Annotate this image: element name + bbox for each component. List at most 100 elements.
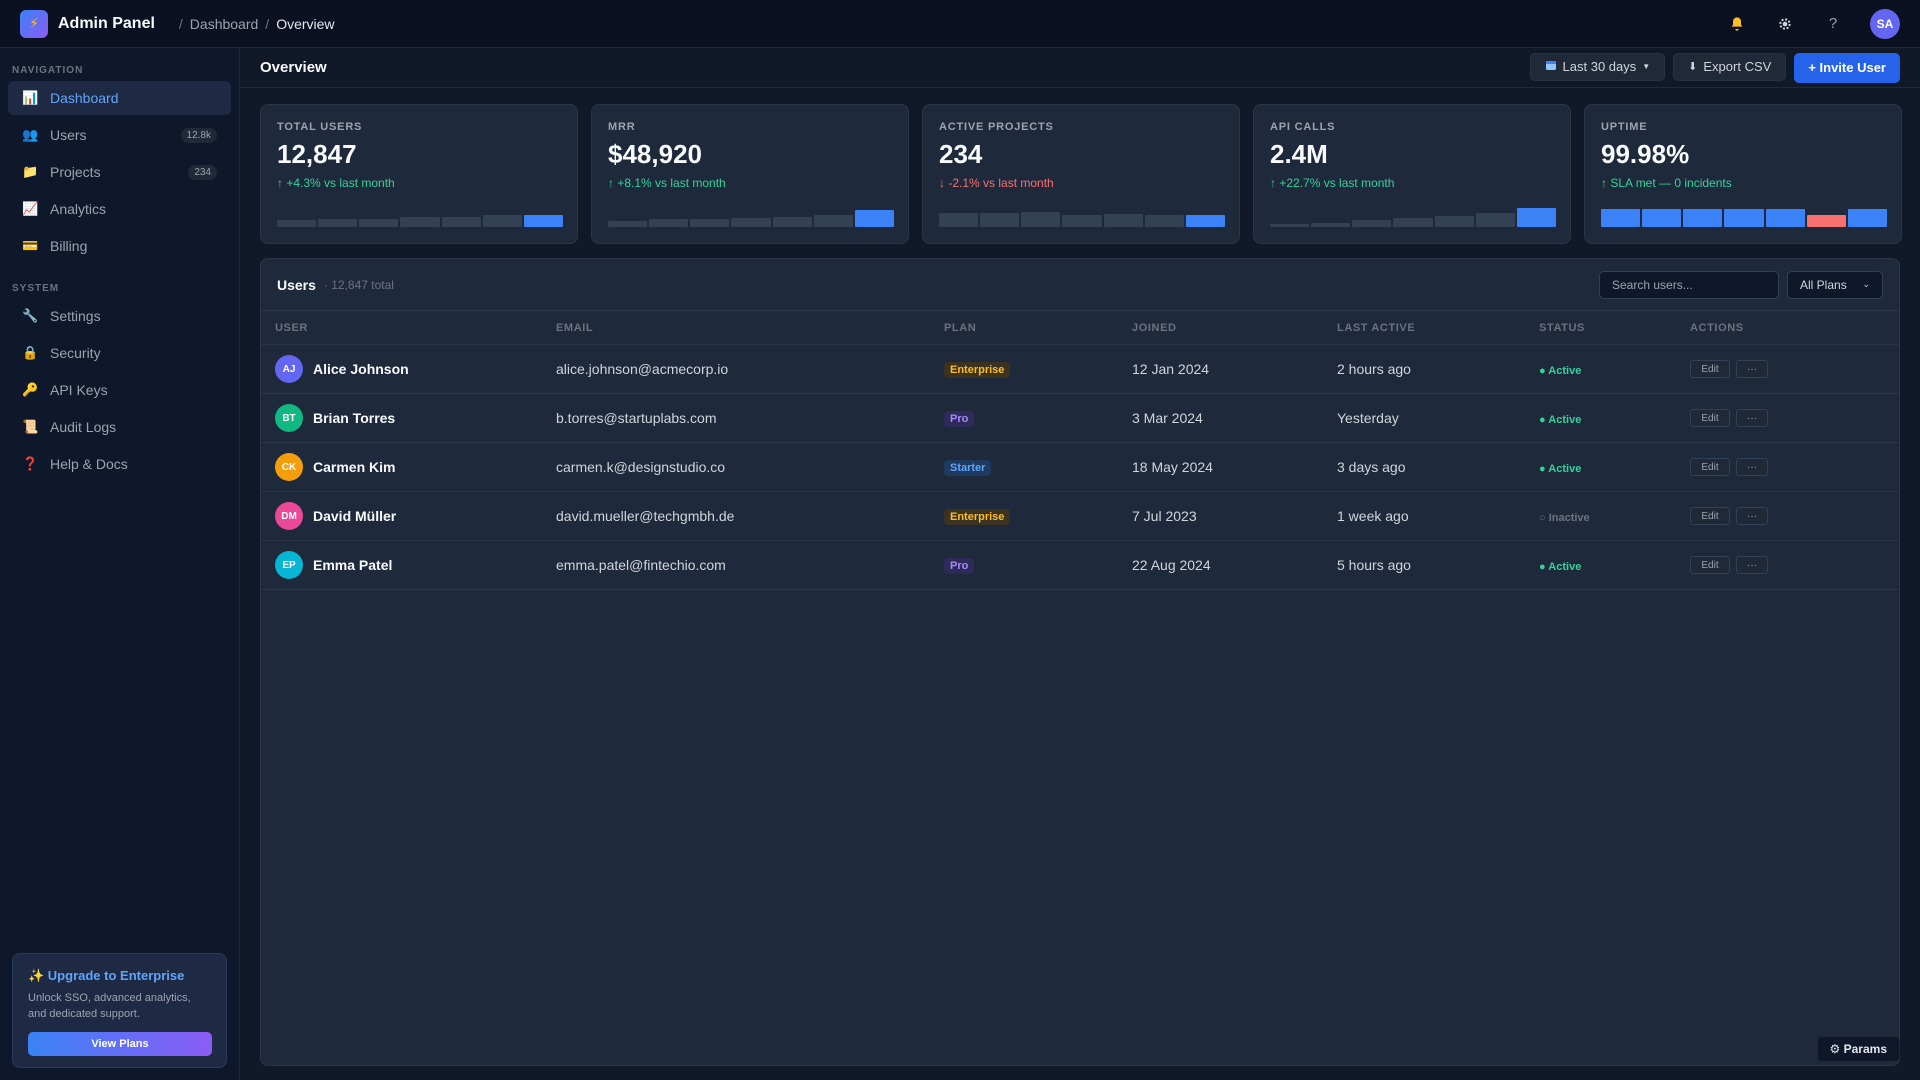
breadcrumb-dashboard[interactable]: Dashboard	[190, 16, 259, 32]
sparkline-bar	[1847, 209, 1887, 227]
invite-user-button[interactable]: + Invite User	[1794, 52, 1900, 83]
date-range-dropdown[interactable]: Last 30 days ▼	[1529, 52, 1666, 81]
column-header-joined[interactable]: JOINED	[1132, 322, 1337, 334]
user-avatar[interactable]: SA	[1870, 8, 1900, 39]
sparkline-bar	[1724, 209, 1764, 227]
app-logo-icon[interactable]: ⚡	[20, 9, 48, 38]
status-badge: ● Active	[1539, 561, 1582, 573]
sidebar-item-security[interactable]: 🔒 Security	[8, 336, 231, 370]
column-header-status[interactable]: STATUS	[1539, 322, 1690, 334]
bell-icon[interactable]	[1726, 13, 1748, 35]
sidebar-item-analytics[interactable]: 📈 Analytics	[8, 192, 231, 226]
more-options-button[interactable]: ···	[1736, 458, 1768, 476]
user-cell: CK Carmen Kim	[261, 453, 556, 481]
sidebar-item-audit-logs[interactable]: 📜 Audit Logs	[8, 410, 231, 444]
more-options-button[interactable]: ···	[1736, 360, 1768, 378]
status-cell: ● Active	[1539, 557, 1690, 573]
status-badge: ● Active	[1539, 463, 1582, 475]
table-row[interactable]: CK Carmen Kim carmen.k@designstudio.co Star…	[261, 443, 1899, 492]
user-name[interactable]: Alice Johnson	[313, 361, 409, 377]
upgrade-card: ✨ Upgrade to Enterprise Unlock SSO, adva…	[12, 953, 227, 1068]
table-row[interactable]: AJ Alice Johnson alice.johnson@acmecorp.io…	[261, 345, 1899, 394]
gear-icon[interactable]	[1774, 13, 1796, 35]
help-icon[interactable]: ?	[1822, 13, 1844, 35]
plan-cell: Pro	[944, 409, 1132, 427]
user-name[interactable]: Brian Torres	[313, 410, 395, 426]
lock-icon: 🔒	[22, 345, 39, 360]
user-cell: EP Emma Patel	[261, 551, 556, 579]
table-row[interactable]: EP Emma Patel emma.patel@fintechio.com Pro 2…	[261, 541, 1899, 590]
status-cell: ● Active	[1539, 361, 1690, 377]
stat-card: API CALLS 2.4M ↑ +22.7% vs last month	[1253, 104, 1571, 244]
chevron-down-icon: ⌄	[1862, 279, 1870, 289]
export-csv-button[interactable]: ⬇ Export CSV	[1673, 52, 1787, 81]
actions-cell: Edit ···	[1690, 360, 1768, 378]
stat-delta: ↑ +8.1% vs last month	[608, 176, 726, 190]
sparkline	[939, 205, 1225, 227]
table-row[interactable]: BT Brian Torres b.torres@startuplabs.com Pr…	[261, 394, 1899, 443]
stats-row: TOTAL USERS 12,847 ↑ +4.3% vs last month MR…	[260, 104, 1902, 244]
user-email: b.torres@startuplabs.com	[556, 410, 717, 426]
date-range-label: Last 30 days	[1562, 59, 1637, 74]
sparkline-bar	[1103, 214, 1143, 227]
sparkline-bar	[939, 213, 979, 227]
sparkline-bar	[1352, 220, 1392, 227]
plan-filter-select[interactable]: All Plans ⌄	[1787, 270, 1883, 299]
edit-button[interactable]: Edit	[1690, 507, 1730, 525]
more-options-button[interactable]: ···	[1736, 409, 1768, 427]
sidebar-item-dashboard[interactable]: 📊 Dashboard	[8, 81, 231, 115]
stat-card: TOTAL USERS 12,847 ↑ +4.3% vs last month	[260, 104, 578, 244]
table-subtitle: · 12,847 total	[323, 277, 394, 292]
sidebar-item-label: Dashboard	[50, 90, 119, 106]
sidebar-item-projects[interactable]: 📁 Projects 234	[8, 155, 231, 189]
table-row[interactable]: DM David Müller david.mueller@techgmbh.de E…	[261, 492, 1899, 541]
user-cell: DM David Müller	[261, 502, 556, 530]
edit-button[interactable]: Edit	[1690, 360, 1730, 378]
edit-button[interactable]: Edit	[1690, 409, 1730, 427]
view-plans-button[interactable]: View Plans	[28, 1032, 212, 1056]
sidebar-item-api-keys[interactable]: 🔑 API Keys	[8, 373, 231, 407]
stat-delta: ↑ +4.3% vs last month	[277, 176, 395, 190]
joined-date: 3 Mar 2024	[1132, 410, 1203, 426]
last-active: 5 hours ago	[1337, 557, 1411, 573]
sidebar-item-settings[interactable]: 🔧 Settings	[8, 299, 231, 333]
search-input[interactable]	[1599, 270, 1779, 299]
column-header-last-active[interactable]: LAST ACTIVE	[1337, 322, 1539, 334]
column-header-user[interactable]: USER	[261, 322, 556, 334]
sparkline-bar	[482, 215, 522, 227]
params-button[interactable]: ⚙ Params	[1816, 1036, 1900, 1062]
stat-delta: ↑ +22.7% vs last month	[1270, 176, 1395, 190]
user-name[interactable]: Carmen Kim	[313, 459, 395, 475]
column-header-plan[interactable]: PLAN	[944, 322, 1132, 334]
sparkline-bar	[1601, 209, 1641, 227]
sidebar-item-billing[interactable]: 💳 Billing	[8, 229, 231, 263]
sparkline-bar	[1311, 223, 1351, 227]
sparkline-bar	[1475, 213, 1515, 227]
more-options-button[interactable]: ···	[1736, 507, 1768, 525]
status-cell: ○ Inactive	[1539, 508, 1690, 524]
stat-delta: ↓ -2.1% vs last month	[939, 176, 1054, 190]
edit-button[interactable]: Edit	[1690, 458, 1730, 476]
sparkline-bar	[359, 219, 399, 227]
sparkline	[277, 205, 563, 227]
users-icon: 👥	[22, 127, 39, 142]
sidebar-item-users[interactable]: 👥 Users 12.8k	[8, 118, 231, 152]
sparkline-bar	[649, 219, 689, 227]
user-name[interactable]: Emma Patel	[313, 557, 392, 573]
plan-badge: Pro	[944, 411, 975, 427]
question-icon: ❓	[22, 456, 39, 471]
folder-icon: 📁	[22, 164, 39, 179]
sidebar-item-help-docs[interactable]: ❓ Help & Docs	[8, 447, 231, 481]
key-icon: 🔑	[22, 382, 39, 397]
breadcrumb-separator: /	[178, 15, 183, 32]
column-header-email[interactable]: EMAIL	[556, 322, 944, 334]
stat-card: UPTIME 99.98% ↑ SLA met — 0 incidents	[1584, 104, 1902, 244]
sidebar-item-label: Analytics	[50, 201, 107, 217]
app-title[interactable]: Admin Panel	[58, 15, 155, 33]
stat-delta: ↑ SLA met — 0 incidents	[1601, 176, 1732, 190]
sparkline-bar	[772, 217, 812, 227]
more-options-button[interactable]: ···	[1736, 556, 1768, 574]
user-name[interactable]: David Müller	[313, 508, 396, 524]
edit-button[interactable]: Edit	[1690, 556, 1730, 574]
stat-label: UPTIME	[1601, 121, 1648, 133]
